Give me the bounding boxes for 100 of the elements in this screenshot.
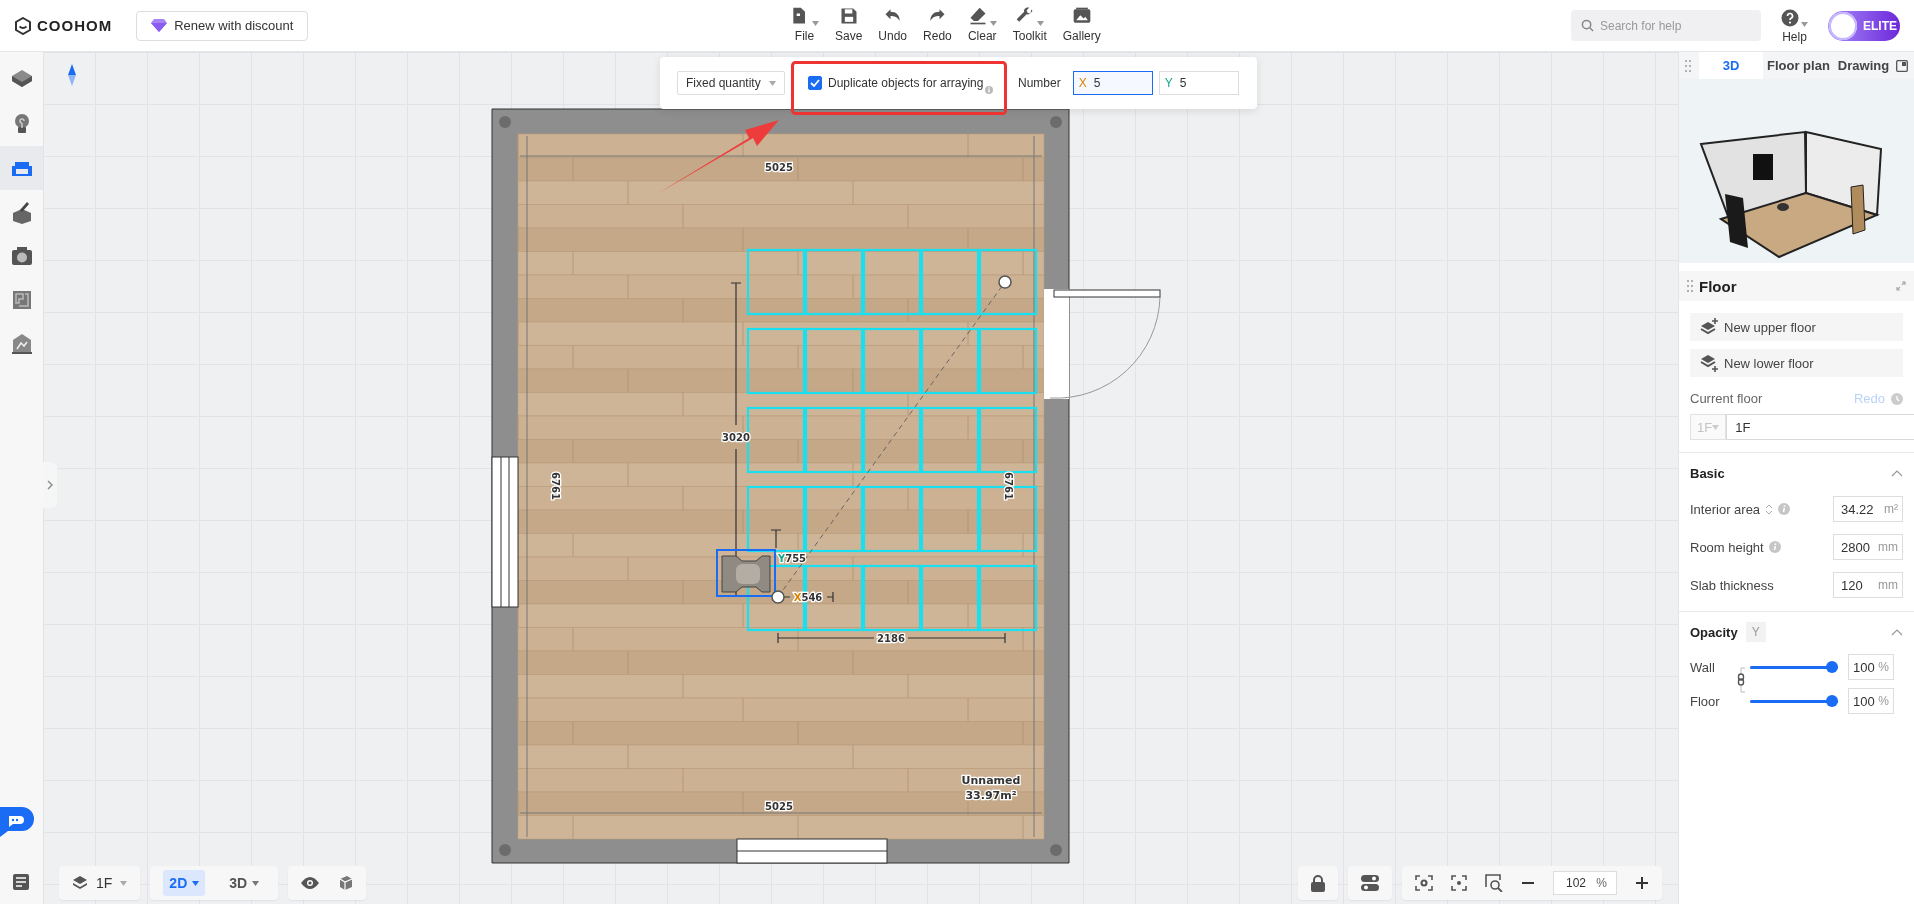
floor-button[interactable]: New lower floor	[1690, 349, 1903, 377]
field-label: Slab thickness	[1690, 577, 1774, 593]
help-icon	[1781, 9, 1799, 27]
caret-icon	[120, 880, 128, 886]
array-copy-outline	[920, 327, 980, 395]
slider-thumb[interactable]	[1826, 695, 1838, 707]
slider-thumb[interactable]	[1826, 661, 1838, 673]
sidebar-item[interactable]	[0, 146, 43, 190]
view-tab[interactable]: Drawing	[1833, 52, 1894, 79]
room-area: 33.97m²	[965, 789, 1017, 802]
array-copy-outline	[920, 564, 980, 632]
checkbox[interactable]	[808, 76, 822, 90]
toolbar-button[interactable]: Save	[835, 6, 863, 43]
array-copy-outline	[804, 248, 864, 316]
field-label: Wall	[1690, 659, 1716, 675]
array-copy-outline	[920, 485, 980, 553]
layers-plus-icon	[1700, 354, 1718, 372]
array-copy-outline	[862, 406, 922, 474]
chat-icon[interactable]	[0, 807, 34, 837]
collapse-icon[interactable]	[1891, 469, 1903, 477]
cube-icon[interactable]	[337, 875, 354, 891]
checkmark-icon	[810, 79, 820, 87]
array-copy-outline	[978, 248, 1038, 316]
field-label: Room height	[1690, 539, 1764, 555]
axis-label: X	[1078, 76, 1087, 90]
house-chart-icon	[9, 332, 34, 356]
array-copy-outline	[920, 248, 980, 316]
checkbox-label: Duplicate objects for arraying	[828, 76, 984, 90]
toolbar-button[interactable]: Gallery	[1062, 6, 1101, 43]
dimension-label: 5025	[765, 162, 793, 173]
floor-button[interactable]: New upper floor	[1690, 313, 1903, 341]
view-mode-tab[interactable]: 2D	[163, 870, 206, 896]
room-name: Unnamed	[961, 774, 1021, 787]
array-copy-outline	[804, 406, 864, 474]
field-label: Floor	[1690, 693, 1721, 709]
layers-icon	[72, 875, 88, 891]
help-button[interactable]: Help	[1781, 7, 1808, 44]
mode-dropdown[interactable]: Fixed quantity	[677, 71, 785, 95]
section-title: Opacity	[1690, 624, 1738, 640]
search-icon	[1581, 19, 1594, 32]
unit-label: %	[1878, 694, 1889, 708]
collapse-icon[interactable]	[1891, 628, 1903, 636]
logo-icon	[14, 16, 32, 35]
badge-label: ELITE	[1862, 18, 1897, 33]
array-copy-outline	[746, 248, 806, 316]
toolbar-button[interactable]: File	[790, 6, 819, 43]
unit-label: mm	[1878, 578, 1898, 592]
array-copy-outline	[978, 406, 1038, 474]
layers-plus-icon	[1700, 318, 1718, 336]
field-label: Current floor	[1690, 391, 1763, 406]
grip-icon[interactable]	[1685, 59, 1691, 72]
view-settings-icon[interactable]	[1415, 875, 1433, 891]
field-label: Number	[1018, 76, 1061, 90]
diamond-icon	[151, 19, 168, 32]
unit-label: %	[1878, 660, 1889, 674]
popout-icon[interactable]	[1896, 59, 1908, 72]
camera-icon	[9, 244, 34, 268]
caret-icon	[1712, 424, 1720, 430]
fit-view-icon[interactable]	[1451, 875, 1467, 891]
toolbar-button[interactable]: Redo	[923, 6, 952, 43]
dimension-label: 2186	[877, 633, 905, 644]
caret-icon	[192, 880, 200, 886]
eye-icon[interactable]	[301, 877, 320, 889]
dimension-label: Y755	[777, 553, 807, 564]
unit-label: mm	[1878, 540, 1898, 554]
compass-icon	[68, 64, 76, 86]
floor-dropdown[interactable]: 1F	[59, 866, 141, 900]
zoom-in-icon[interactable]	[1635, 876, 1649, 890]
drag-handle[interactable]	[998, 275, 1012, 289]
link-icon[interactable]	[1736, 664, 1746, 696]
view-mode-tab[interactable]: 3D	[223, 870, 266, 896]
drag-handle[interactable]	[771, 590, 785, 604]
unit-label: %	[1596, 876, 1607, 890]
zoom-icon[interactable]	[1485, 874, 1503, 892]
array-copy-outline	[978, 564, 1038, 632]
info-icon	[985, 86, 994, 94]
caret-icon	[252, 880, 260, 886]
array-copy-outline	[862, 327, 922, 395]
panel-icon[interactable]	[12, 873, 30, 891]
view-tab[interactable]: 3D	[1699, 52, 1763, 79]
unit-label: m²	[1884, 502, 1898, 516]
chair-drawing	[716, 549, 776, 597]
caret-icon	[769, 80, 776, 86]
axis-label: Y	[1164, 76, 1173, 90]
view-tab[interactable]: Floor plan	[1763, 52, 1834, 79]
section-title: Basic	[1690, 465, 1725, 481]
dimension-label: 5025	[765, 801, 793, 812]
search-field[interactable]: Search for help	[1571, 10, 1761, 41]
grip-icon[interactable]	[1687, 280, 1693, 292]
array-copy-outline	[862, 564, 922, 632]
array-copy-outline	[862, 248, 922, 316]
array-copy-outline	[746, 485, 806, 553]
toolbar-button[interactable]: Undo	[878, 6, 908, 43]
array-copy-outline	[804, 327, 864, 395]
renew-button[interactable]: Renew with discount	[136, 10, 309, 41]
toolbar-button[interactable]: Toolkit	[1012, 6, 1047, 43]
floor-name-field[interactable]: 1F	[1726, 414, 1914, 440]
lock-icon[interactable]	[1311, 874, 1325, 892]
toggles-icon[interactable]	[1361, 875, 1379, 891]
toolbar-button[interactable]: Clear	[967, 6, 997, 43]
